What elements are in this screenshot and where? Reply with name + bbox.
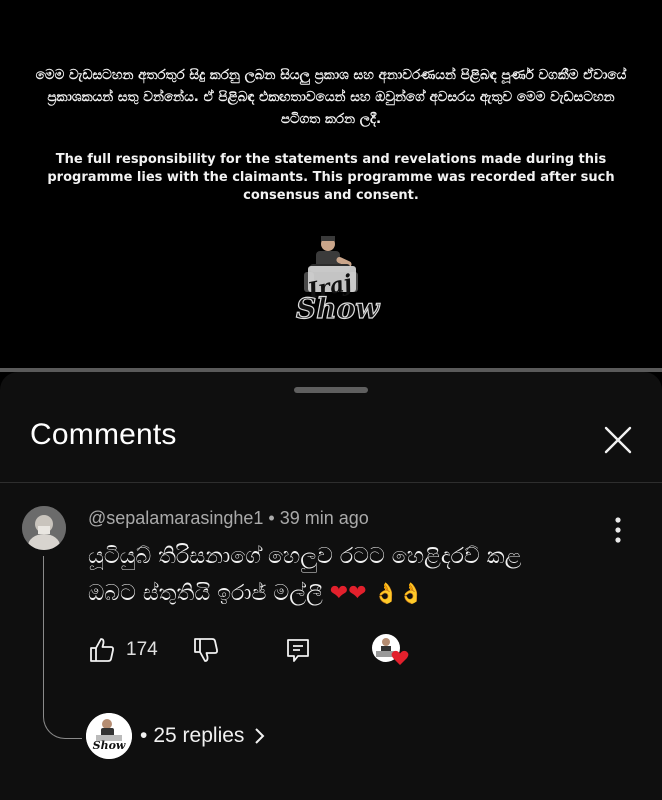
video-player[interactable]: මෙම වැඩසටහන අතරතුර සිදු කරනු ලබන සියලු ප… (0, 0, 662, 368)
close-button[interactable] (598, 420, 638, 460)
header-divider (0, 482, 662, 483)
comments-sheet: Comments @sepalamarasinghe1 • 39 min ago… (0, 372, 662, 800)
comment-body: යූටියුබ් තිරිසනාගේ හෙලුව රටට හෙළිදරව් කළ… (88, 539, 608, 612)
creator-heart-badge (372, 630, 409, 670)
replies-separator: • (140, 724, 148, 747)
disclaimer-sinhala: මෙම වැඩසටහන අතරතුර සිදු කරනු ලබන සියලු ප… (35, 67, 627, 127)
thumbs-up-icon (90, 638, 114, 662)
close-icon (604, 426, 632, 454)
like-button[interactable]: 174 (88, 630, 158, 670)
comment-author-avatar[interactable] (22, 506, 66, 550)
comment-line-2-wrap: ඔබට ස්තුතියි ඉරාජ් මල්ලී ❤❤ 👌👌 (88, 575, 608, 612)
reply-button[interactable] (284, 630, 312, 670)
reply-avatar: Show (86, 713, 132, 759)
chevron-right-icon (255, 728, 265, 744)
svg-text:Show: Show (93, 739, 126, 752)
reply-thread-line (43, 556, 82, 739)
channel-logo: Iraj Show (284, 228, 380, 328)
comment-line-2: ඔබට ස්තුතියි ඉරාජ් මල්ලී (88, 581, 323, 606)
comment-actions: 174 (88, 630, 428, 670)
ok-hand-emojis: 👌👌 (373, 581, 424, 605)
comment-reply-icon (287, 639, 309, 662)
comments-title: Comments (30, 418, 177, 451)
meta-separator: • (268, 508, 280, 528)
thumbs-down-icon (194, 638, 218, 662)
logo-text-show: Show (295, 291, 380, 325)
drag-handle[interactable] (294, 387, 368, 393)
comment-author[interactable]: @sepalamarasinghe1 (88, 508, 263, 528)
disclaimer-english: The full responsibility for the statemen… (47, 152, 615, 203)
comment-line-1: යූටියුබ් තිරිසනාගේ හෙලුව රටට හෙළිදරව් කළ (88, 544, 522, 569)
replies-count: 25 replies (153, 724, 245, 747)
more-vert-icon (615, 517, 621, 543)
dislike-button[interactable] (192, 630, 220, 670)
heart-icon (391, 650, 409, 665)
like-count: 174 (126, 639, 158, 660)
comment-time: 39 min ago (279, 508, 369, 528)
comment-meta: @sepalamarasinghe1 • 39 min ago (88, 508, 369, 529)
view-replies-button[interactable]: Show • 25 replies (86, 712, 270, 760)
heart-emojis: ❤❤ (329, 581, 367, 606)
more-options-button[interactable] (606, 512, 630, 548)
